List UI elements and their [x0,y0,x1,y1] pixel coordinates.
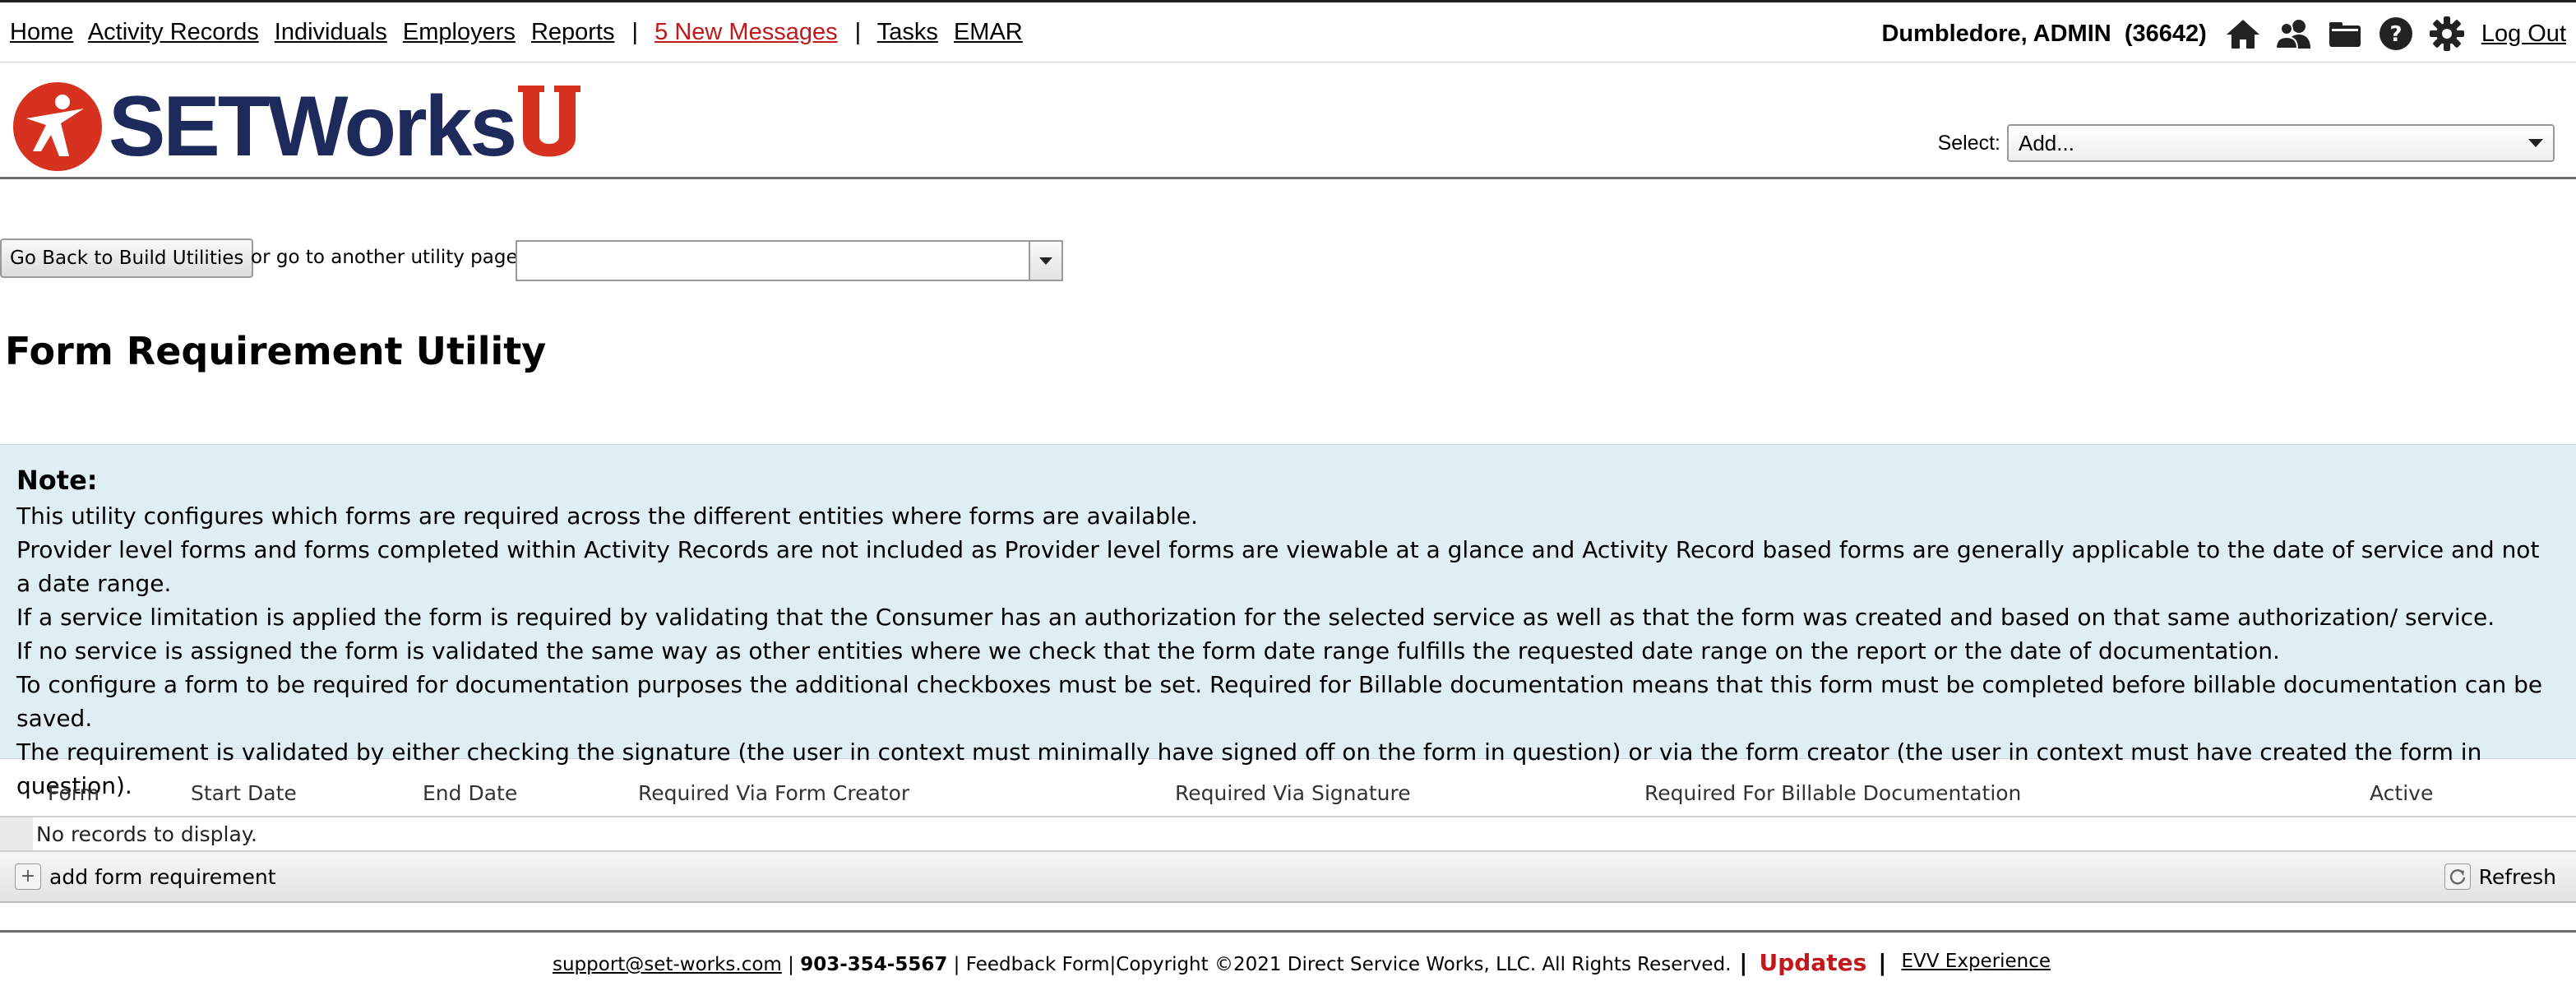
column-header-end-date[interactable]: End Date [423,781,517,805]
select-label: Select: [1937,131,2000,155]
grid-command-bar: + add form requirement Refresh [0,852,2576,903]
nav-tasks-link[interactable]: Tasks [877,19,938,45]
nav-employers-link[interactable]: Employers [403,19,516,45]
column-header-required-for-billable[interactable]: Required For Billable Documentation [1644,781,2021,805]
grid-empty-row: No records to display. [0,817,2576,852]
svg-text:?: ? [2389,22,2402,47]
footer-separator: | [1739,949,1748,976]
go-back-button[interactable]: Go Back to Build Utilities [0,238,254,278]
nav-separator: | [854,19,862,45]
nav-activity-records-link[interactable]: Activity Records [88,19,259,45]
nav-individuals-link[interactable]: Individuals [275,19,387,45]
feedback-form-link[interactable]: Feedback Form [966,954,1110,975]
setworks-logo[interactable]: SETWorks [12,81,582,173]
header: SETWorks Select: Add... [0,62,2576,179]
no-records-text: No records to display. [36,822,257,846]
logo-wordmark: SETWorks [109,79,517,174]
user-area: Dumbledore, ADMIN (36642) ? Log Out [1881,16,2566,52]
plus-icon: + [15,863,41,890]
footer-separator: | [953,954,960,975]
utility-page-combobox[interactable] [516,240,1063,281]
nav-separator: | [631,19,639,45]
row-stub [0,817,33,850]
note-heading: Note: [16,465,98,496]
help-icon[interactable]: ? [2376,16,2416,52]
note-line: If a service limitation is applied the f… [16,604,2495,631]
utility-page-label: or go to another utility page: [251,247,525,268]
user-name: Dumbledore, ADMIN (36642) [1881,20,2207,47]
logo-figure-icon [13,82,102,171]
column-header-required-via-form-creator[interactable]: Required Via Form Creator [638,781,909,805]
nav-reports-link[interactable]: Reports [531,19,615,45]
footer-content: support@set-works.com | 903-354-5567 | F… [553,949,2051,976]
home-icon[interactable] [2223,16,2263,52]
note-line: This utility configures which forms are … [16,502,1198,530]
copyright-text: Copyright ©2021 Direct Service Works, LL… [1116,954,1732,975]
note-line: Provider level forms and forms completed… [16,536,2540,597]
column-header-active[interactable]: Active [2370,781,2433,805]
refresh-icon [2444,863,2471,890]
footer-separator: | [788,954,794,975]
column-header-form[interactable]: Form [48,781,99,805]
refresh-label: Refresh [2478,864,2556,889]
support-email-link[interactable]: support@set-works.com [553,954,782,975]
page-title: Form Requirement Utility [5,329,547,373]
add-form-requirement-button[interactable]: + add form requirement [15,863,276,890]
grid-header-row: Form Start Date End Date Required Via Fo… [0,770,2576,817]
nav-new-messages-link[interactable]: 5 New Messages [654,19,837,45]
footer: support@set-works.com | 903-354-5567 | F… [0,930,2576,986]
nav-home-link[interactable]: Home [10,19,73,45]
chevron-down-icon [1039,257,1052,265]
logout-link[interactable]: Log Out [2481,21,2566,48]
gear-icon[interactable] [2427,16,2467,52]
updates-link[interactable]: Updates [1759,949,1866,976]
column-header-start-date[interactable]: Start Date [191,781,297,805]
footer-separator: | [1878,949,1887,976]
add-select-value: Add... [2019,130,2074,155]
nav-emar-link[interactable]: EMAR [954,19,1023,45]
form-requirement-grid: Form Start Date End Date Required Via Fo… [0,770,2576,903]
note-panel: Note: This utility configures which form… [0,444,2576,799]
note-line: If no service is assigned the form is va… [16,637,2280,664]
note-line: To configure a form to be required for d… [16,671,2543,732]
logo-u-icon [518,86,581,157]
users-icon[interactable] [2274,16,2314,52]
chevron-down-icon [2528,139,2543,147]
support-phone: 903-354-5567 [800,954,948,975]
main-nav-links: Home Activity Records Individuals Employ… [10,19,1032,46]
add-form-requirement-label: add form requirement [49,864,276,889]
evv-experience-link[interactable]: EVV Experience [1901,951,2051,972]
column-header-required-via-signature[interactable]: Required Via Signature [1175,781,1411,805]
folder-icon[interactable] [2325,16,2365,52]
add-select-dropdown[interactable]: Add... [2007,124,2555,162]
footer-separator: | [1109,954,1117,975]
add-select-group: Select: Add... [1938,124,2555,162]
utility-page-dropdown-button[interactable] [1029,242,1061,280]
refresh-button[interactable]: Refresh [2444,863,2556,890]
top-nav: Home Activity Records Individuals Employ… [0,0,2576,62]
